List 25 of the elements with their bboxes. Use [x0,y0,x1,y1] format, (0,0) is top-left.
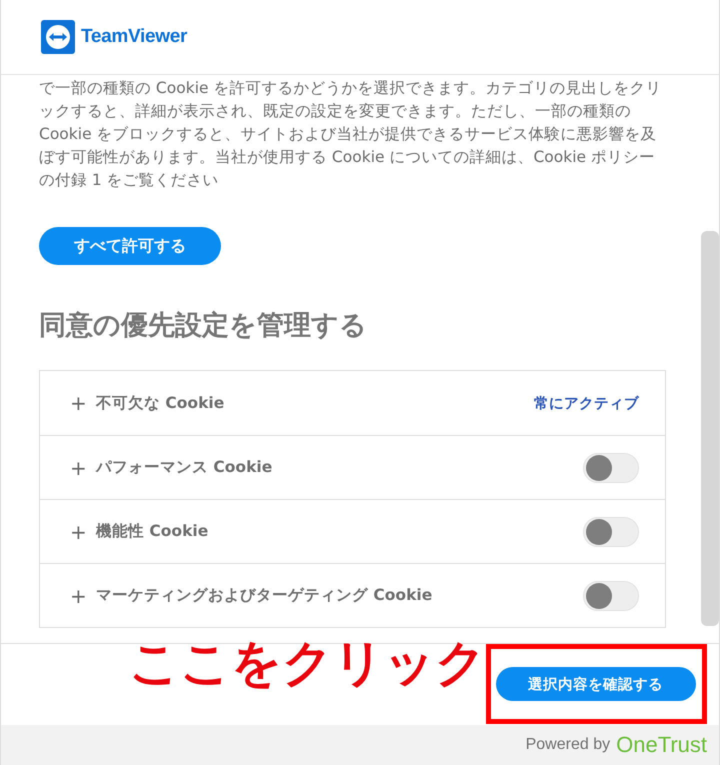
status-text: 常にアクティブ [534,394,639,412]
expand-icon[interactable]: + [70,520,96,544]
logo-icon [41,20,75,54]
category-label: パフォーマンス Cookie [96,457,274,478]
annotation-text: ここをクリック [129,633,486,694]
category-row[interactable]: + 不可欠な Cookie 常にアクティブ [39,370,666,436]
confirm-button[interactable]: 選択内容を確認する [496,667,696,701]
category-row[interactable]: + マーケティングおよびターゲティング Cookie [39,564,666,628]
scrollbar[interactable] [701,231,719,626]
toggle-switch[interactable] [583,452,639,482]
expand-icon[interactable]: + [70,391,96,415]
toggle-switch[interactable] [583,580,639,610]
allow-all-button[interactable]: すべて許可する [39,227,221,265]
section-heading: 同意の優先設定を管理する [39,309,368,343]
powered-by-text: Powered by [526,736,610,754]
category-label: 不可欠な Cookie [96,392,226,414]
description-text: で一部の種類の Cookie を許可するかどうかを選択できます。カテゴリの見出しをクリックすると、詳細が表示され、既定の設定を変更できます。ただし、一部の種類の Cookie をブロックすると、サイトおよび当社が提供できるサービス体験に悪影響を及ぼす可能性があります。当社が使用する Cookie についての詳細は、Cookie ポリシーの付録 1 をご覧ください [39,78,662,191]
logo-text: TeamViewer [81,26,188,48]
category-row[interactable]: + パフォーマンス Cookie [39,436,666,500]
category-row[interactable]: + 機能性 Cookie [39,500,666,564]
category-label: マーケティングおよびターゲティング Cookie [96,585,434,606]
expand-icon[interactable]: + [70,456,96,480]
category-label: 機能性 Cookie [96,521,210,542]
toggle-switch[interactable] [583,516,639,546]
expand-icon[interactable]: + [70,584,96,608]
